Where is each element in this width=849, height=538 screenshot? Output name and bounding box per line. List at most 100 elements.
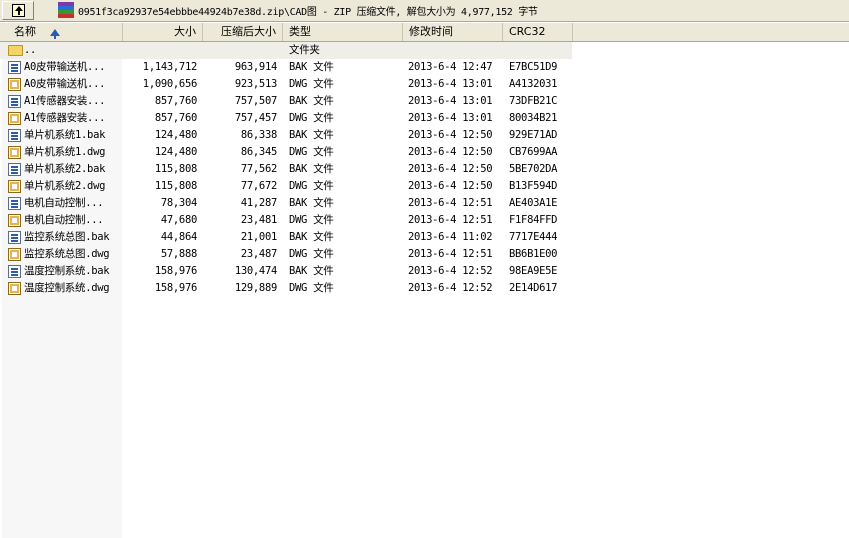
up-arrow-icon: [12, 4, 25, 17]
file-compressed-size: 77,672: [240, 180, 277, 192]
file-row[interactable]: 单片机系统1.bak 124,480 86,338 BAK 文件 2013-6-4 12…: [0, 127, 849, 144]
parent-folder-type: 文件夹: [289, 44, 320, 56]
file-crc32: AE403A1E: [509, 197, 558, 209]
column-modified[interactable]: 修改时间: [403, 23, 503, 41]
file-crc32: BB6B1E00: [509, 248, 558, 260]
file-compressed-size: 41,287: [240, 197, 277, 209]
column-crc32[interactable]: CRC32: [503, 23, 573, 41]
file-row[interactable]: 监控系统总图.bak 44,864 21,001 BAK 文件 2013-6-4 11:…: [0, 229, 849, 246]
file-compressed-size: 963,914: [234, 61, 277, 73]
column-name[interactable]: 名称: [0, 23, 123, 41]
file-row[interactable]: 电机自动控制... 78,304 41,287 BAK 文件 2013-6-4 12:5…: [0, 195, 849, 212]
file-name: A0皮带输送机...: [24, 78, 106, 90]
file-name: 单片机系统2.dwg: [24, 180, 106, 192]
file-crc32: 7717E444: [509, 231, 558, 243]
file-crc32: 2E14D617: [509, 282, 558, 294]
file-compressed-size: 23,481: [240, 214, 277, 226]
file-compressed-size: 86,345: [240, 146, 277, 158]
file-row[interactable]: 温度控制系统.dwg 158,976 129,889 DWG 文件 2013-6-4 1…: [0, 280, 849, 297]
column-compressed-size[interactable]: 压缩后大小: [203, 23, 283, 41]
file-row[interactable]: 单片机系统2.bak 115,808 77,562 BAK 文件 2013-6-4 12…: [0, 161, 849, 178]
file-row[interactable]: 温度控制系统.bak 158,976 130,474 BAK 文件 2013-6-4 1…: [0, 263, 849, 280]
bak-file-icon: [8, 61, 21, 74]
file-size: 857,760: [154, 95, 197, 107]
file-size: 44,864: [160, 231, 197, 243]
column-size-label: 大小: [174, 25, 196, 38]
file-type: DWG 文件: [289, 248, 334, 260]
file-name: 电机自动控制...: [24, 197, 104, 209]
file-crc32: 98EA9E5E: [509, 265, 558, 277]
up-folder-button[interactable]: [2, 1, 34, 20]
file-modified: 2013-6-4 12:52: [408, 282, 493, 294]
file-name: 温度控制系统.dwg: [24, 282, 110, 294]
file-name: 电机自动控制...: [24, 214, 104, 226]
column-type[interactable]: 类型: [283, 23, 403, 41]
column-size[interactable]: 大小: [123, 23, 203, 41]
file-name: 单片机系统2.bak: [24, 163, 106, 175]
bak-file-icon: [8, 163, 21, 176]
file-size: 158,976: [154, 282, 197, 294]
file-modified: 2013-6-4 12:47: [408, 61, 493, 73]
file-type: DWG 文件: [289, 214, 334, 226]
folder-icon: [8, 45, 23, 56]
file-type: DWG 文件: [289, 146, 334, 158]
dwg-file-icon: [8, 248, 21, 261]
file-compressed-size: 77,562: [240, 163, 277, 175]
file-size: 57,888: [160, 248, 197, 260]
file-name: 监控系统总图.bak: [24, 231, 110, 243]
dwg-file-icon: [8, 112, 21, 125]
file-size: 124,480: [154, 146, 197, 158]
file-modified: 2013-6-4 12:50: [408, 146, 493, 158]
file-name: A1传感器安装...: [24, 95, 106, 107]
parent-folder-name: ..: [24, 44, 37, 56]
file-row[interactable]: 电机自动控制... 47,680 23,481 DWG 文件 2013-6-4 12:5…: [0, 212, 849, 229]
file-modified: 2013-6-4 12:50: [408, 129, 493, 141]
file-modified: 2013-6-4 13:01: [408, 112, 493, 124]
file-size: 115,808: [154, 180, 197, 192]
file-modified: 2013-6-4 12:51: [408, 197, 493, 209]
address-field[interactable]: 0951f3ca92937e54ebbbe44924b7e38d.zip\CAD…: [38, 1, 847, 20]
file-compressed-size: 129,889: [234, 282, 277, 294]
file-row[interactable]: A0皮带输送机... 1,090,656 923,513 DWG 文件 2013-6-4…: [0, 76, 849, 93]
file-type: DWG 文件: [289, 282, 334, 294]
file-modified: 2013-6-4 11:02: [408, 231, 493, 243]
file-crc32: F1F84FFD: [509, 214, 558, 226]
bak-file-icon: [8, 265, 21, 278]
file-type: BAK 文件: [289, 197, 334, 209]
dwg-file-icon: [8, 78, 21, 91]
address-bar: 0951f3ca92937e54ebbbe44924b7e38d.zip\CAD…: [0, 0, 849, 22]
file-type: BAK 文件: [289, 95, 334, 107]
file-row[interactable]: 单片机系统2.dwg 115,808 77,672 DWG 文件 2013-6-4 12…: [0, 178, 849, 195]
file-name: A0皮带输送机...: [24, 61, 106, 73]
column-compressed-size-label: 压缩后大小: [221, 25, 276, 38]
file-row[interactable]: A1传感器安装... 857,760 757,457 DWG 文件 2013-6-4 1…: [0, 110, 849, 127]
dwg-file-icon: [8, 180, 21, 193]
bak-file-icon: [8, 231, 21, 244]
file-row[interactable]: A0皮带输送机... 1,143,712 963,914 BAK 文件 2013-6-4…: [0, 59, 849, 76]
address-path: 0951f3ca92937e54ebbbe44924b7e38d.zip\CAD…: [78, 7, 538, 18]
file-modified: 2013-6-4 12:51: [408, 214, 493, 226]
parent-folder-row[interactable]: .. 文件夹: [0, 42, 572, 59]
file-row[interactable]: 监控系统总图.dwg 57,888 23,487 DWG 文件 2013-6-4 12:…: [0, 246, 849, 263]
file-crc32: B13F594D: [509, 180, 558, 192]
file-modified: 2013-6-4 12:52: [408, 265, 493, 277]
bak-file-icon: [8, 197, 21, 210]
file-crc32: CB7699AA: [509, 146, 558, 158]
file-type: DWG 文件: [289, 112, 334, 124]
file-row[interactable]: A1传感器安装... 857,760 757,507 BAK 文件 2013-6-4 1…: [0, 93, 849, 110]
file-name: 温度控制系统.bak: [24, 265, 110, 277]
file-crc32: E7BC51D9: [509, 61, 558, 73]
file-size: 78,304: [160, 197, 197, 209]
sort-ascending-icon: [50, 29, 60, 39]
file-name: 单片机系统1.bak: [24, 129, 106, 141]
column-modified-label: 修改时间: [409, 25, 453, 38]
file-type: BAK 文件: [289, 163, 334, 175]
file-row[interactable]: 单片机系统1.dwg 124,480 86,345 DWG 文件 2013-6-4 12…: [0, 144, 849, 161]
dwg-file-icon: [8, 146, 21, 159]
file-size: 1,090,656: [142, 78, 197, 90]
file-name: 监控系统总图.dwg: [24, 248, 110, 260]
bak-file-icon: [8, 95, 21, 108]
rar-archive-icon: [58, 2, 74, 18]
dwg-file-icon: [8, 282, 21, 295]
file-list[interactable]: .. 文件夹 A0皮带输送机... 1,143,712 963,914 BAK 文件 2…: [0, 42, 849, 538]
